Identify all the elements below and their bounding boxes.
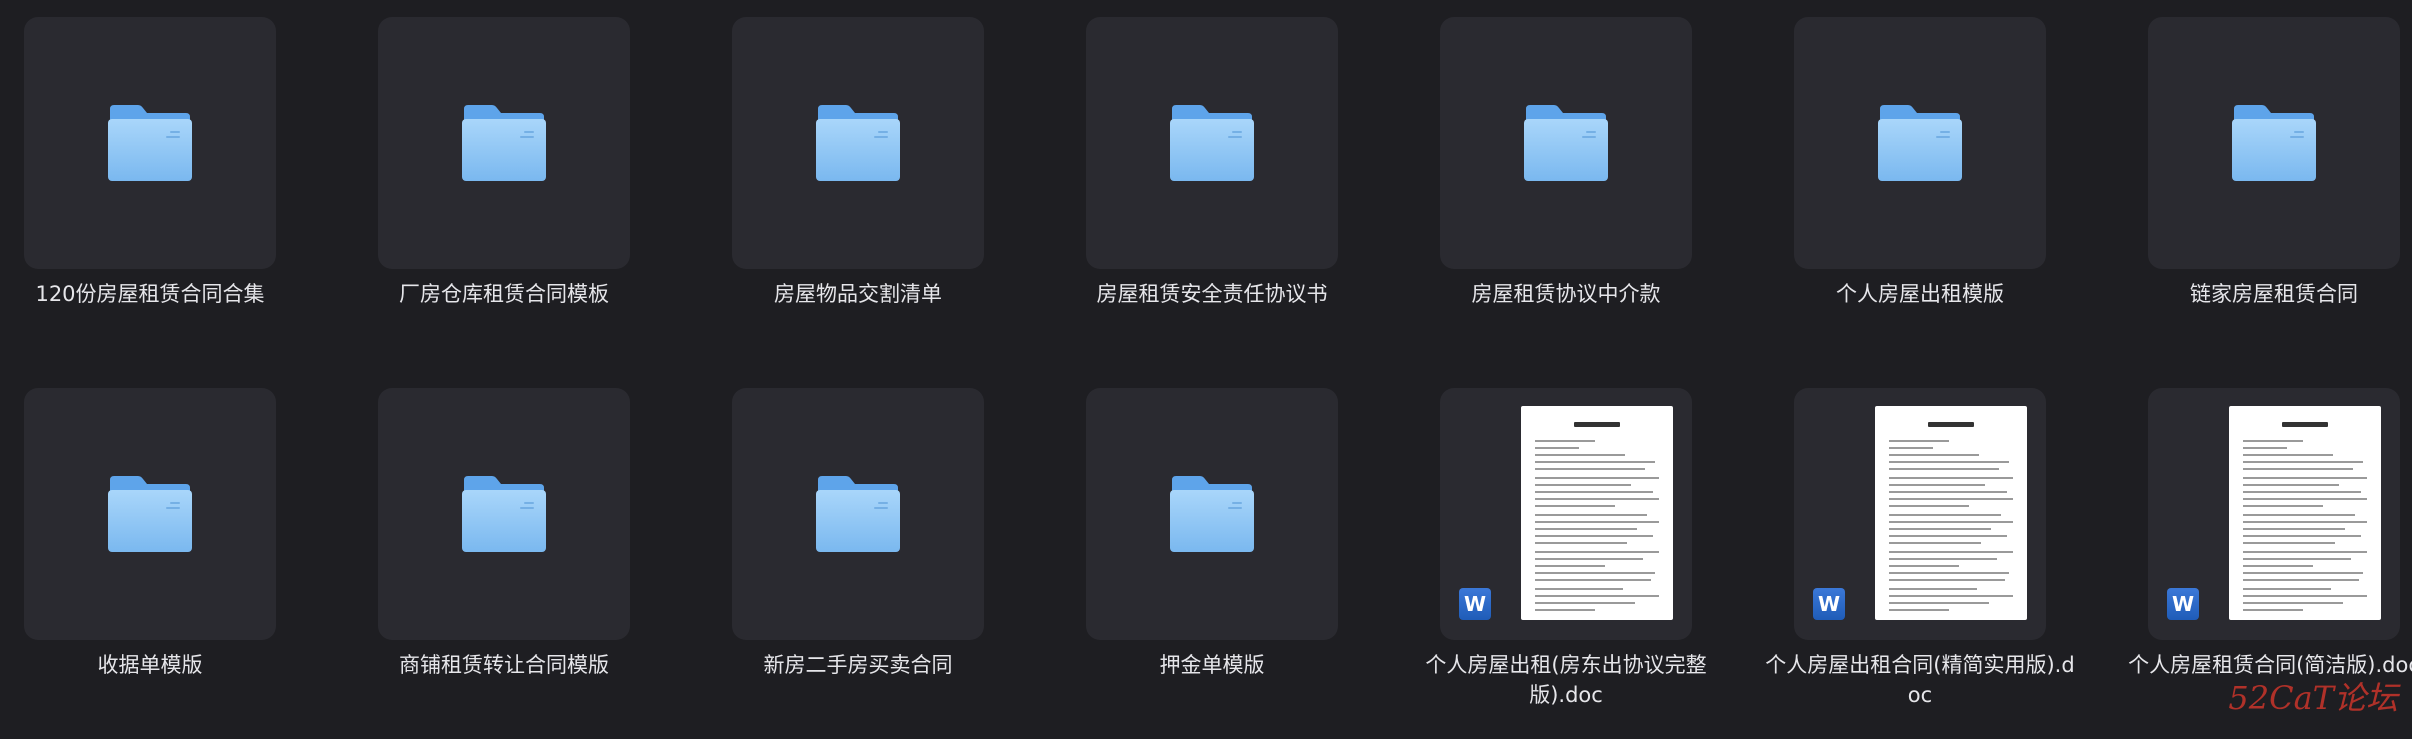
folder-icon	[106, 103, 194, 183]
item-name: 房屋租赁协议中介款	[1471, 282, 1661, 306]
item-name: 个人房屋出租(房东出协议完整版).doc	[1425, 653, 1707, 707]
word-icon: W	[2167, 588, 2199, 620]
word-icon: W	[1813, 588, 1845, 620]
document-preview	[1875, 406, 2027, 620]
item-thumbnail: W	[1440, 388, 1692, 640]
item-name: 押金单模版	[1159, 653, 1265, 677]
item-name: 房屋租赁安全责任协议书	[1096, 282, 1328, 306]
item-thumbnail: W	[2148, 388, 2400, 640]
document-preview	[1521, 406, 1673, 620]
folder-icon	[106, 474, 194, 554]
item-name: 个人房屋出租合同(精简实用版).doc	[1765, 653, 2075, 707]
item-name: 收据单模版	[97, 653, 203, 677]
file-grid: 120份房屋租赁合同合集 厂房仓库租赁合同模板 房屋物品交割清单 房屋租赁安全责…	[0, 0, 2412, 739]
word-icon: W	[1459, 588, 1491, 620]
folder-icon	[460, 474, 548, 554]
item-thumbnail	[378, 388, 630, 640]
item-thumbnail	[732, 388, 984, 640]
item-name: 120份房屋租赁合同合集	[35, 282, 265, 306]
item-name: 新房二手房买卖合同	[763, 653, 953, 677]
item-thumbnail	[24, 388, 276, 640]
item-thumbnail	[1086, 388, 1338, 640]
item-thumbnail	[24, 17, 276, 269]
folder-icon	[1522, 103, 1610, 183]
item-thumbnail	[378, 17, 630, 269]
document-preview	[2229, 406, 2381, 620]
folder-icon	[2230, 103, 2318, 183]
item-name: 个人房屋出租模版	[1836, 282, 2004, 306]
item-name: 商铺租赁转让合同模版	[399, 653, 609, 677]
folder-icon	[1168, 103, 1256, 183]
item-thumbnail: W	[1794, 388, 2046, 640]
folder-icon	[814, 474, 902, 554]
item-thumbnail	[732, 17, 984, 269]
folder-icon	[1876, 103, 1964, 183]
item-thumbnail	[1794, 17, 2046, 269]
folder-icon	[814, 103, 902, 183]
item-name: 房屋物品交割清单	[774, 282, 942, 306]
folder-icon	[460, 103, 548, 183]
item-thumbnail	[2148, 17, 2400, 269]
folder-icon	[1168, 474, 1256, 554]
item-thumbnail	[1086, 17, 1338, 269]
item-name: 链家房屋租赁合同	[2190, 282, 2358, 306]
item-thumbnail	[1440, 17, 1692, 269]
item-name: 厂房仓库租赁合同模板	[399, 282, 609, 306]
item-name: 个人房屋租赁合同(简洁版).doc	[2128, 653, 2412, 677]
